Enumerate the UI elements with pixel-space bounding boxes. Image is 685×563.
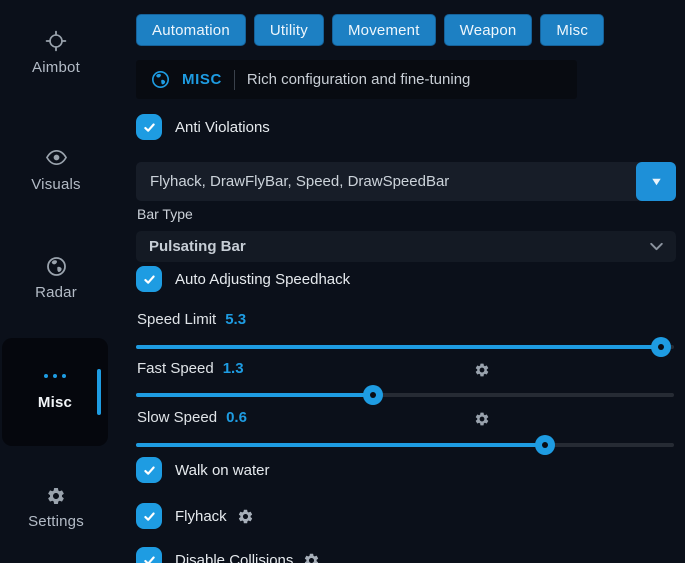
slow-speed-gear-icon[interactable]	[474, 411, 490, 427]
speed-limit-label: Speed Limit	[137, 311, 216, 328]
fast-speed-slider[interactable]	[136, 385, 674, 405]
anti-violations-row: Anti Violations	[136, 114, 270, 140]
fast-speed-head: Fast Speed 1.3	[137, 360, 244, 378]
tab-misc[interactable]: Misc	[540, 14, 604, 46]
fast-speed-slider-handle[interactable]	[363, 385, 383, 405]
sidebar: Aimbot Visuals Radar Misc Settings	[0, 0, 118, 563]
bar-options-dropdown-button[interactable]	[636, 162, 676, 201]
auto-adjusting-speedhack-row: Auto Adjusting Speedhack	[136, 266, 350, 292]
section-subtitle: Rich configuration and fine-tuning	[247, 71, 470, 88]
bar-type-value: Pulsating Bar	[136, 238, 246, 255]
sidebar-item-aimbot[interactable]: Aimbot	[0, 30, 112, 76]
check-icon	[142, 509, 157, 524]
slow-speed-value: 0.6	[226, 409, 247, 426]
disable-collisions-checkbox[interactable]	[136, 547, 162, 563]
tab-utility[interactable]: Utility	[254, 14, 324, 46]
bar-type-select[interactable]: Pulsating Bar	[136, 231, 676, 262]
check-icon	[142, 553, 157, 563]
check-icon	[142, 463, 157, 478]
auto-adjusting-speedhack-label: Auto Adjusting Speedhack	[175, 271, 350, 288]
slider-fill	[136, 393, 373, 397]
sidebar-item-visuals[interactable]: Visuals	[0, 146, 112, 193]
tab-automation[interactable]: Automation	[136, 14, 246, 46]
chevron-down-icon	[648, 238, 665, 255]
sidebar-item-radar[interactable]: Radar	[0, 256, 112, 301]
anti-violations-label: Anti Violations	[175, 119, 270, 136]
active-tab-indicator	[97, 369, 101, 415]
walk-on-water-label: Walk on water	[175, 462, 269, 479]
bar-options-select[interactable]: Flyhack, DrawFlyBar, Speed, DrawSpeedBar	[136, 162, 676, 201]
ellipsis-icon	[44, 373, 66, 379]
sidebar-item-label: Visuals	[31, 176, 80, 193]
slow-speed-head: Slow Speed 0.6	[137, 409, 247, 427]
slow-speed-slider-handle[interactable]	[535, 435, 555, 455]
fast-speed-label: Fast Speed	[137, 360, 214, 377]
app-window: Aimbot Visuals Radar Misc Settings	[0, 0, 685, 563]
disable-collisions-label: Disable Collisions	[175, 552, 293, 563]
sidebar-item-settings[interactable]: Settings	[0, 486, 112, 530]
flyhack-gear-icon[interactable]	[237, 508, 254, 525]
sidebar-item-label: Radar	[35, 284, 77, 301]
sidebar-item-label: Aimbot	[32, 59, 80, 76]
auto-adjusting-speedhack-checkbox[interactable]	[136, 266, 162, 292]
check-icon	[142, 120, 157, 135]
gear-icon	[46, 486, 66, 506]
anti-violations-checkbox[interactable]	[136, 114, 162, 140]
bar-options-value: Flyhack, DrawFlyBar, Speed, DrawSpeedBar	[136, 173, 449, 190]
tab-bar: Automation Utility Movement Weapon Misc	[136, 14, 604, 46]
section-header: MISC Rich configuration and fine-tuning	[136, 60, 577, 99]
flyhack-label: Flyhack	[175, 508, 227, 525]
sidebar-item-misc[interactable]: Misc	[2, 338, 108, 446]
flyhack-checkbox[interactable]	[136, 503, 162, 529]
eye-icon	[45, 146, 68, 169]
sidebar-item-label: Settings	[28, 513, 84, 530]
slider-fill	[136, 345, 661, 349]
disable-collisions-gear-icon[interactable]	[303, 552, 320, 563]
main-content: Automation Utility Movement Weapon Misc …	[136, 0, 676, 563]
fast-speed-value: 1.3	[223, 360, 244, 377]
crosshair-icon	[45, 30, 67, 52]
sidebar-item-label: Misc	[38, 394, 72, 411]
walk-on-water-row: Walk on water	[136, 457, 269, 483]
disable-collisions-row: Disable Collisions	[136, 547, 320, 563]
tab-movement[interactable]: Movement	[332, 14, 436, 46]
fast-speed-gear-icon[interactable]	[474, 362, 490, 378]
check-icon	[142, 272, 157, 287]
walk-on-water-checkbox[interactable]	[136, 457, 162, 483]
tab-weapon[interactable]: Weapon	[444, 14, 533, 46]
flyhack-row: Flyhack	[136, 503, 254, 529]
speed-limit-head: Speed Limit 5.3	[137, 311, 246, 329]
slow-speed-label: Slow Speed	[137, 409, 217, 426]
divider	[234, 70, 235, 90]
globe-icon	[46, 256, 67, 277]
section-title: MISC	[182, 71, 222, 88]
slow-speed-slider[interactable]	[136, 435, 674, 455]
slider-fill	[136, 443, 545, 447]
triangle-down-icon	[649, 174, 664, 189]
speed-limit-slider[interactable]	[136, 337, 674, 357]
globe-icon	[151, 70, 170, 89]
bar-type-label: Bar Type	[137, 206, 193, 222]
speed-limit-value: 5.3	[225, 311, 246, 328]
speed-limit-slider-handle[interactable]	[651, 337, 671, 357]
